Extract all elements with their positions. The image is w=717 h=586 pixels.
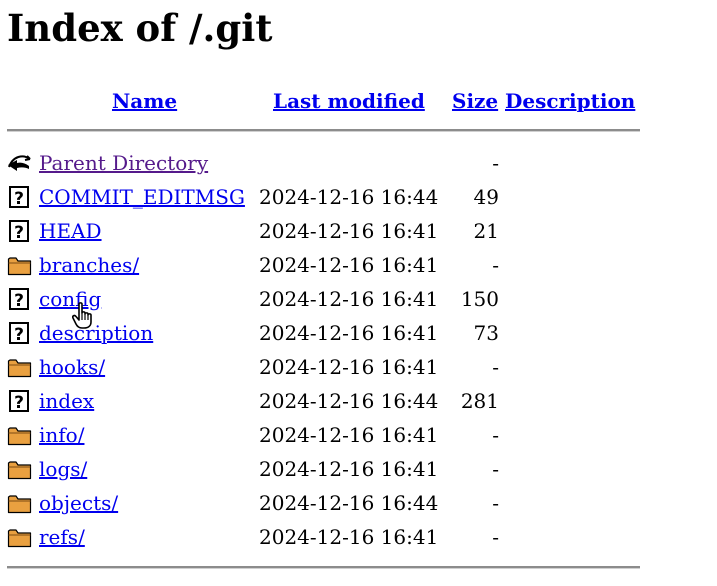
column-header-last-modified[interactable]: Last modified: [273, 86, 425, 116]
file-size: -: [492, 457, 499, 481]
sort-by-name-link[interactable]: Name: [112, 89, 177, 113]
file-last-modified: 2024-12-16 16:44: [259, 389, 439, 413]
file-last-modified: 2024-12-16 16:44: [259, 185, 439, 209]
parent-directory-row: Parent Directory -: [0, 146, 717, 180]
unknown-file-icon: ?: [9, 288, 29, 310]
file-last-modified: 2024-12-16 16:44: [259, 491, 439, 515]
file-size: -: [492, 423, 499, 447]
column-header-name[interactable]: Name: [112, 86, 177, 116]
folder-icon: [7, 529, 32, 548]
hand-pointer-cursor-icon: [72, 302, 92, 329]
folder-icon: [7, 257, 32, 276]
file-link[interactable]: HEAD: [39, 214, 102, 248]
file-row: info/2024-12-16 16:41 -: [0, 418, 717, 452]
file-row: ? config 2024-12-16 16:41 150: [0, 282, 717, 316]
parent-directory-link[interactable]: Parent Directory: [39, 146, 208, 180]
file-link[interactable]: index: [39, 384, 94, 418]
file-size: -: [492, 355, 499, 379]
file-last-modified: 2024-12-16 16:41: [259, 219, 439, 243]
page-title: Index of /.git: [7, 6, 273, 50]
header-divider: [7, 129, 640, 132]
file-link[interactable]: objects/: [39, 486, 118, 520]
file-size: 150: [460, 287, 499, 311]
folder-icon: [7, 359, 32, 378]
file-size: 49: [473, 185, 499, 209]
file-link[interactable]: info/: [39, 418, 84, 452]
file-row: logs/2024-12-16 16:41 -: [0, 452, 717, 486]
unknown-file-icon: ?: [9, 186, 29, 208]
svg-text:?: ?: [14, 291, 24, 310]
file-last-modified: 2024-12-16 16:41: [259, 287, 439, 311]
file-link[interactable]: hooks/: [39, 350, 105, 384]
unknown-file-icon: ?: [9, 220, 29, 242]
file-size: -: [492, 253, 499, 277]
folder-icon: [7, 495, 32, 514]
footer-divider: [7, 566, 640, 569]
sort-by-last-modified-link[interactable]: Last modified: [273, 89, 425, 113]
file-last-modified: 2024-12-16 16:41: [259, 321, 439, 345]
file-last-modified: 2024-12-16 16:41: [259, 423, 439, 447]
file-size: 21: [473, 219, 499, 243]
file-row: objects/2024-12-16 16:44 -: [0, 486, 717, 520]
file-size: 73: [473, 321, 499, 345]
file-link[interactable]: refs/: [39, 520, 85, 554]
unknown-file-icon: ?: [9, 322, 29, 344]
file-last-modified: 2024-12-16 16:41: [259, 253, 439, 277]
file-last-modified: 2024-12-16 16:41: [259, 457, 439, 481]
file-size: -: [492, 525, 499, 549]
svg-text:?: ?: [14, 223, 24, 242]
file-link[interactable]: logs/: [39, 452, 87, 486]
file-link[interactable]: COMMIT_EDITMSG: [39, 180, 245, 214]
file-last-modified: 2024-12-16 16:41: [259, 525, 439, 549]
back-icon: [8, 155, 31, 171]
file-size: -: [492, 491, 499, 515]
file-row: branches/2024-12-16 16:41 -: [0, 248, 717, 282]
svg-text:?: ?: [14, 189, 24, 208]
file-row: ? COMMIT_EDITMSG 2024-12-16 16:44 49: [0, 180, 717, 214]
folder-icon: [7, 461, 32, 480]
file-row: ? index 2024-12-16 16:44 281: [0, 384, 717, 418]
file-row: refs/2024-12-16 16:41 -: [0, 520, 717, 554]
unknown-file-icon: ?: [9, 390, 29, 412]
sort-by-description-link[interactable]: Description: [505, 89, 635, 113]
file-row: ? HEAD 2024-12-16 16:41 21: [0, 214, 717, 248]
file-size: 281: [460, 389, 499, 413]
file-link[interactable]: branches/: [39, 248, 139, 282]
column-header-description[interactable]: Description: [505, 86, 635, 116]
svg-text:?: ?: [14, 325, 24, 344]
folder-icon: [7, 427, 32, 446]
file-last-modified: 2024-12-16 16:41: [259, 355, 439, 379]
file-row: ? description 2024-12-16 16:41 73: [0, 316, 717, 350]
sort-by-size-link[interactable]: Size: [452, 89, 498, 113]
parent-directory-size: -: [492, 151, 499, 175]
svg-text:?: ?: [14, 393, 24, 412]
column-header-size[interactable]: Size: [452, 86, 498, 116]
file-row: hooks/2024-12-16 16:41 -: [0, 350, 717, 384]
